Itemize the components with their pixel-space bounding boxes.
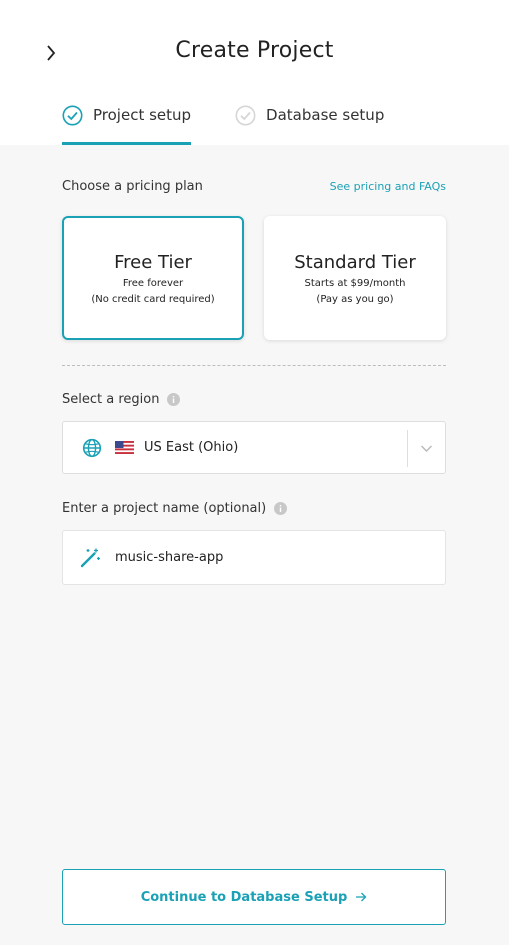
tab-label: Database setup <box>266 106 385 124</box>
region-select[interactable]: US East (Ohio) <box>62 421 446 474</box>
info-icon[interactable] <box>167 393 181 406</box>
chevron-down-icon[interactable] <box>420 442 433 455</box>
tab-project-setup[interactable]: Project setup <box>62 100 192 145</box>
plan-name: Free Tier <box>114 252 192 273</box>
info-icon[interactable] <box>274 502 288 515</box>
us-flag-icon <box>115 441 134 454</box>
divider <box>62 365 446 366</box>
project-name-field <box>62 530 446 585</box>
region-value: US East (Ohio) <box>144 440 239 455</box>
pricing-faq-link[interactable]: See pricing and FAQs <box>330 180 446 193</box>
tab-database-setup[interactable]: Database setup <box>235 100 384 145</box>
globe-icon <box>82 438 102 457</box>
region-label: Select a region <box>62 392 181 407</box>
continue-label: Continue to Database Setup <box>140 889 348 905</box>
plan-detail: (No credit card required) <box>91 294 215 305</box>
plan-detail: Free forever <box>122 278 184 289</box>
page-title: Create Project <box>175 38 334 63</box>
arrow-right-icon <box>356 892 367 902</box>
plan-card-free[interactable]: Free Tier Free forever (No credit card r… <box>62 216 244 340</box>
header: Create Project Project setup Database se… <box>0 0 509 145</box>
magic-wand-icon[interactable] <box>79 547 101 569</box>
step-tabs: Project setup Database setup <box>62 100 384 145</box>
plan-detail: Starts at $99/month <box>304 278 406 289</box>
check-circle-icon <box>235 105 256 126</box>
project-name-label: Enter a project name (optional) <box>62 501 288 516</box>
select-separator <box>407 430 408 467</box>
continue-button[interactable]: Continue to Database Setup <box>62 869 446 925</box>
plan-name: Standard Tier <box>294 252 416 273</box>
plan-card-standard[interactable]: Standard Tier Starts at $99/month (Pay a… <box>264 216 446 340</box>
pricing-plan-label: Choose a pricing plan <box>62 179 203 194</box>
plan-detail: (Pay as you go) <box>316 294 394 305</box>
tab-label: Project setup <box>93 106 192 124</box>
project-name-input[interactable] <box>115 550 415 565</box>
check-circle-icon <box>62 105 83 126</box>
